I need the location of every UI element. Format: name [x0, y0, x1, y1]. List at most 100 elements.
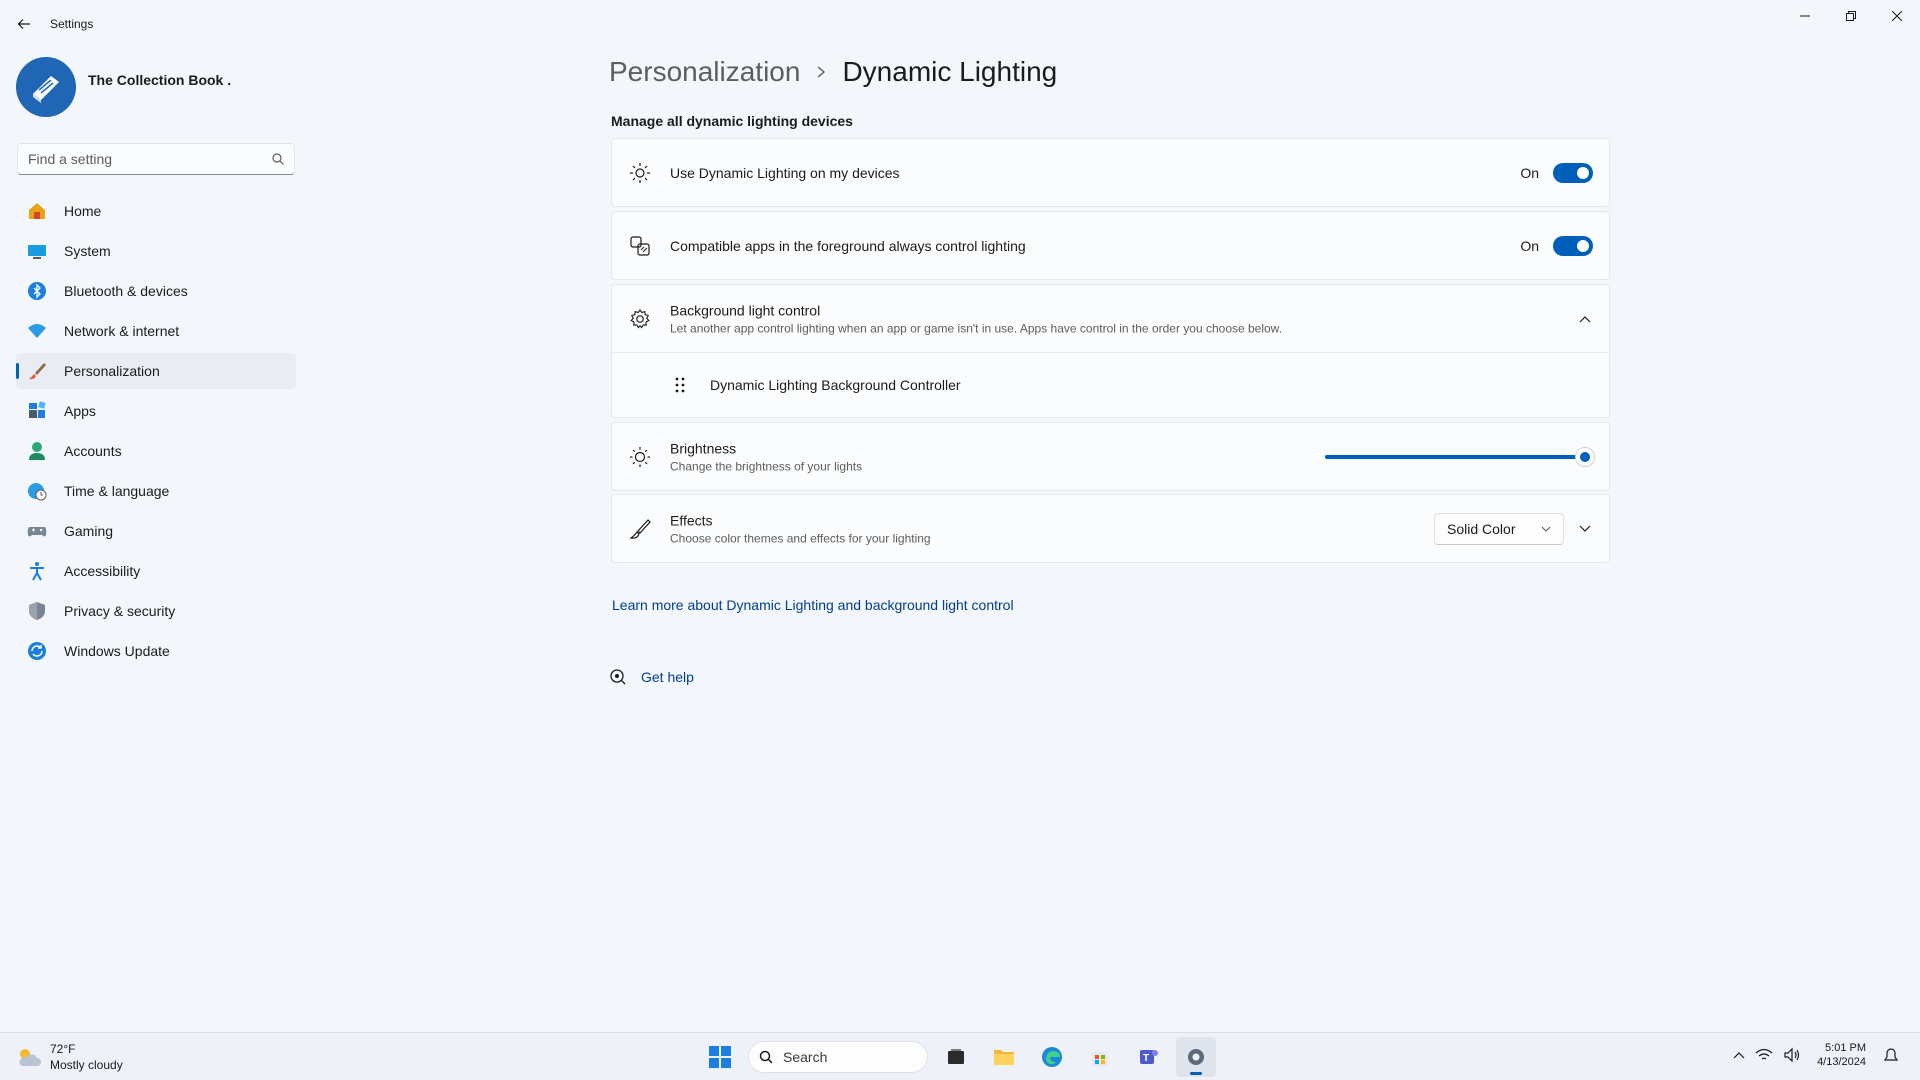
search-icon	[272, 153, 284, 165]
sidebar-item-label: Apps	[64, 403, 96, 419]
use-dynamic-lighting-card: Use Dynamic Lighting on my devices On	[611, 138, 1610, 207]
sidebar-item-system[interactable]: System	[16, 233, 296, 269]
sidebar-item-privacy[interactable]: Privacy & security	[16, 593, 296, 629]
search-box[interactable]	[17, 143, 295, 175]
sidebar-item-label: Accounts	[64, 443, 122, 459]
effects-dropdown[interactable]: Solid Color	[1434, 512, 1564, 545]
cloudy-icon	[19, 1049, 41, 1066]
get-help-link[interactable]: Get help	[641, 669, 694, 685]
get-help-row[interactable]: Get help	[609, 668, 694, 686]
toggle-group: On	[1520, 235, 1593, 256]
card-description: Let another app control lighting when an…	[670, 321, 1283, 335]
sidebar-item-bluetooth[interactable]: Bluetooth & devices	[16, 273, 296, 309]
settings-taskbar-button[interactable]	[1176, 1037, 1216, 1077]
drag-handle-icon[interactable]	[670, 375, 690, 395]
start-button[interactable]	[700, 1037, 740, 1077]
sidebar-item-home[interactable]: Home	[16, 193, 296, 229]
taskbar-apps: Search T	[700, 1037, 1216, 1077]
sidebar-nav: Home System Bluetooth & devices Network …	[16, 193, 296, 673]
svg-text:T: T	[1143, 1053, 1149, 1064]
sidebar-item-network[interactable]: Network & internet	[16, 313, 296, 349]
sidebar-item-personalization[interactable]: Personalization	[16, 353, 296, 389]
restore-button[interactable]	[1828, 0, 1874, 32]
lighting-sun-icon	[628, 161, 652, 185]
taskbar-search[interactable]: Search	[748, 1041, 928, 1073]
section-title: Manage all dynamic lighting devices	[611, 113, 853, 129]
chevron-right-icon	[816, 65, 826, 79]
breadcrumb-parent-link[interactable]: Personalization	[609, 56, 800, 88]
weather-temp: 72°F	[50, 1042, 76, 1056]
teams-button[interactable]: T	[1128, 1037, 1168, 1077]
book-logo-icon	[33, 76, 59, 103]
sidebar-item-windows-update[interactable]: Windows Update	[16, 633, 296, 669]
brightness-card: Brightness Change the brightness of your…	[611, 422, 1610, 491]
chevron-down-icon	[1579, 525, 1591, 532]
apps-icon	[26, 400, 48, 422]
minimize-icon	[1800, 15, 1810, 17]
clock[interactable]: 5:01 PM 4/13/2024	[1817, 1041, 1866, 1069]
window-controls	[1782, 0, 1920, 32]
gear-icon	[1188, 1049, 1204, 1065]
slider-thumb[interactable]	[1575, 446, 1595, 467]
store-button[interactable]	[1080, 1037, 1120, 1077]
sidebar-item-label: Time & language	[64, 483, 170, 499]
sidebar-item-gaming[interactable]: Gaming	[16, 513, 296, 549]
wifi-icon[interactable]	[1755, 1047, 1773, 1063]
background-controller-row[interactable]: Dynamic Lighting Background Controller	[611, 353, 1610, 418]
taskbar-search-label: Search	[783, 1049, 828, 1065]
weather-desc: Mostly cloudy	[50, 1058, 123, 1072]
toggle-state-label: On	[1520, 237, 1539, 254]
card-title: Use Dynamic Lighting on my devices	[670, 164, 900, 181]
home-icon	[26, 200, 48, 222]
clock-date: 4/13/2024	[1817, 1056, 1866, 1068]
back-button[interactable]	[12, 12, 36, 36]
sidebar-item-label: Personalization	[64, 363, 160, 379]
edge-button[interactable]	[1032, 1037, 1072, 1077]
task-view-icon	[948, 1049, 964, 1064]
folder-icon	[994, 1050, 1014, 1065]
minimize-button[interactable]	[1782, 0, 1828, 32]
card-text: Effects Choose color themes and effects …	[670, 512, 931, 545]
background-controller-name: Dynamic Lighting Background Controller	[710, 377, 961, 393]
apps-control-icon	[628, 234, 652, 258]
effects-card[interactable]: Effects Choose color themes and effects …	[611, 494, 1610, 563]
page-title: Dynamic Lighting	[842, 56, 1058, 87]
foreground-apps-toggle[interactable]	[1553, 235, 1593, 256]
dropdown-value: Solid Color	[1447, 520, 1516, 537]
sidebar-item-apps[interactable]: Apps	[16, 393, 296, 429]
learn-more-link[interactable]: Learn more about Dynamic Lighting and ba…	[612, 597, 1014, 613]
card-title: Effects	[670, 512, 713, 528]
windows-logo-icon	[709, 1046, 731, 1068]
expand-button[interactable]	[1573, 517, 1597, 541]
close-button[interactable]	[1874, 0, 1920, 32]
volume-icon[interactable]	[1783, 1047, 1801, 1063]
chevron-up-icon	[1579, 315, 1591, 322]
store-icon	[1092, 1052, 1108, 1066]
use-dynamic-lighting-toggle[interactable]	[1553, 162, 1593, 183]
card-description: Change the brightness of your lights	[670, 459, 863, 473]
avatar[interactable]	[16, 57, 76, 117]
card-title: Brightness	[670, 440, 737, 456]
task-view-button[interactable]	[936, 1037, 976, 1077]
update-icon	[26, 640, 48, 662]
sidebar-item-time-language[interactable]: Time & language	[16, 473, 296, 509]
card-text: Background light control Let another app…	[670, 302, 1282, 335]
notifications-icon[interactable]	[1882, 1046, 1900, 1064]
sidebar-item-accessibility[interactable]: Accessibility	[16, 553, 296, 589]
edge-icon	[1042, 1047, 1062, 1067]
teams-icon: T	[1140, 1050, 1158, 1064]
taskbar: 72°F Mostly cloudy Search T 5:01 PM 4/13…	[0, 1032, 1920, 1080]
file-explorer-button[interactable]	[984, 1037, 1024, 1077]
chevron-up-icon[interactable]	[1733, 1051, 1745, 1059]
app-title: Settings	[50, 17, 94, 31]
search-input[interactable]	[28, 151, 272, 167]
toggle-group: On	[1520, 162, 1593, 183]
sidebar-item-accounts[interactable]: Accounts	[16, 433, 296, 469]
brightness-slider[interactable]	[1325, 446, 1595, 467]
sidebar-item-label: Gaming	[64, 523, 114, 539]
back-arrow-icon	[17, 19, 30, 29]
collapse-button[interactable]	[1573, 307, 1597, 331]
help-chat-icon	[610, 669, 626, 685]
weather-widget[interactable]: 72°F Mostly cloudy	[16, 1041, 123, 1073]
background-light-control-card[interactable]: Background light control Let another app…	[611, 284, 1610, 353]
